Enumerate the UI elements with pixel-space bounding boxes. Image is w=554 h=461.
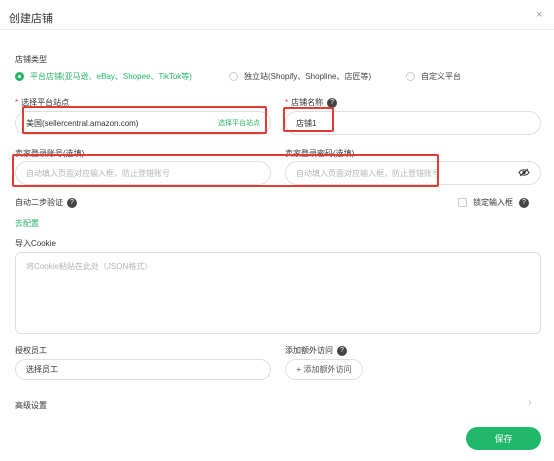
- extra-access-label: 添加额外访问?: [285, 345, 347, 356]
- lock-input-label: 锁定输入框: [473, 198, 513, 207]
- header-divider: [0, 29, 554, 30]
- save-button[interactable]: 保存: [466, 427, 541, 450]
- lock-input-checkbox[interactable]: [458, 198, 467, 207]
- store-name-label-text: 店铺名称: [291, 98, 324, 107]
- question-icon: ?: [519, 197, 529, 208]
- radio-independent-site[interactable]: 独立站(Shopify、Shopline、店匠等): [229, 71, 371, 82]
- radio-custom-platform-label: 自定义平台: [421, 72, 461, 81]
- question-icon: ?: [337, 345, 347, 356]
- dialog-title: 创建店铺: [9, 13, 53, 25]
- eye-off-icon[interactable]: [518, 168, 530, 179]
- highlight-box-store-name: [283, 107, 334, 132]
- extra-access-label-text: 添加额外访问: [285, 346, 333, 355]
- radio-dot-icon: [406, 72, 415, 81]
- chevron-right-icon[interactable]: ›: [528, 397, 532, 409]
- highlight-box-site: [22, 106, 267, 134]
- cookie-placeholder: 将Cookie粘贴在此处（JSON格式）: [26, 262, 153, 271]
- advanced-settings-label[interactable]: 高级设置: [15, 400, 47, 411]
- highlight-box-credentials: [12, 154, 439, 187]
- store-type-label: 店铺类型: [15, 55, 47, 64]
- staff-select[interactable]: 选择员工: [15, 359, 271, 380]
- question-icon: ?: [67, 197, 77, 208]
- staff-placeholder: 选择员工: [26, 365, 58, 374]
- radio-dot-icon: [15, 72, 24, 81]
- required-mark: *: [15, 98, 19, 107]
- add-extra-access-button[interactable]: + 添加额外访问: [285, 359, 363, 380]
- two-factor-label: 自动二步验证?: [15, 197, 77, 208]
- required-mark: *: [285, 98, 289, 107]
- cookie-textarea[interactable]: 将Cookie粘贴在此处（JSON格式）: [15, 252, 541, 334]
- two-factor-label-text: 自动二步验证: [15, 198, 63, 207]
- lock-input-option[interactable]: 锁定输入框 ?: [458, 197, 529, 208]
- radio-dot-icon: [229, 72, 238, 81]
- cookie-label: 导入Cookie: [15, 239, 56, 248]
- configure-link[interactable]: 去配置: [15, 218, 39, 229]
- radio-platform-store-label: 平台店铺(亚马逊、eBay、Shopee、TikTok等): [30, 72, 192, 81]
- radio-independent-site-label: 独立站(Shopify、Shopline、店匠等): [244, 72, 372, 81]
- radio-custom-platform[interactable]: 自定义平台: [406, 71, 461, 82]
- staff-label: 授权员工: [15, 346, 47, 355]
- close-icon[interactable]: ×: [536, 9, 542, 21]
- radio-platform-store[interactable]: 平台店铺(亚马逊、eBay、Shopee、TikTok等): [15, 71, 192, 82]
